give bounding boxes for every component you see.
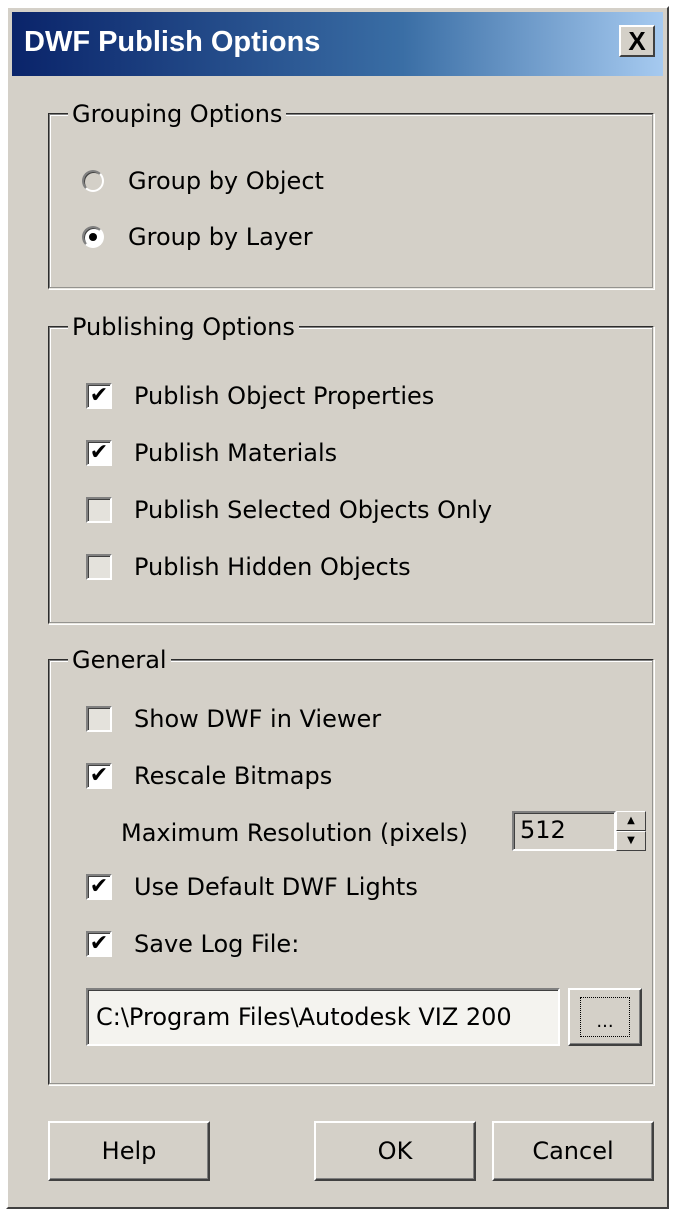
grouping-options-legend: Grouping Options [68,96,287,132]
ok-button[interactable]: OK [314,1121,476,1181]
window-title: DWF Publish Options [24,26,321,58]
log-file-path-input[interactable]: C:\Program Files\Autodesk VIZ 200 [86,988,560,1046]
close-icon: X [628,26,646,56]
checkbox-rescale-bitmaps[interactable]: ✔ Rescale Bitmaps [86,758,332,794]
radio-label-group-by-layer: Group by Layer [128,223,313,251]
check-icon: ✔ [89,763,109,788]
browse-ellipsis-icon: ... [580,997,630,1037]
checkbox-box[interactable]: ✔ [86,383,112,409]
general-legend: General [68,642,171,678]
checkbox-publish-hidden-objects[interactable]: Publish Hidden Objects [86,549,411,585]
spin-down-icon[interactable]: ▼ [616,831,646,851]
close-button[interactable]: X [619,25,655,57]
check-icon: ✔ [89,383,109,408]
radio-button-unselected[interactable] [82,170,104,192]
checkbox-label-rescale-bitmaps: Rescale Bitmaps [134,762,333,790]
cancel-button[interactable]: Cancel [492,1121,654,1181]
title-bar[interactable]: DWF Publish Options X [12,12,663,76]
grouping-options-group: Grouping Options [48,96,654,289]
checkbox-box[interactable]: ✔ [86,931,112,957]
maximum-resolution-input[interactable]: 512 [512,811,616,851]
checkbox-use-default-dwf-lights[interactable]: ✔ Use Default DWF Lights [86,869,418,905]
maximum-resolution-label: Maximum Resolution (pixels) [121,819,468,847]
checkbox-label-save-log-file: Save Log File: [134,930,300,958]
checkbox-box[interactable] [86,554,112,580]
checkbox-label-publish-hidden-objects: Publish Hidden Objects [134,553,411,581]
radio-label-group-by-object: Group by Object [128,167,324,195]
maximum-resolution-spinner[interactable]: 512 ▲ ▼ [512,811,646,851]
checkbox-box[interactable] [86,706,112,732]
spin-up-icon[interactable]: ▲ [616,811,646,831]
checkbox-save-log-file[interactable]: ✔ Save Log File: [86,926,299,962]
checkbox-box[interactable]: ✔ [86,763,112,789]
checkbox-box[interactable]: ✔ [86,440,112,466]
checkbox-label-show-dwf-in-viewer: Show DWF in Viewer [134,705,382,733]
publishing-options-legend: Publishing Options [68,309,299,345]
checkbox-box[interactable] [86,497,112,523]
spinner-buttons: ▲ ▼ [616,811,646,851]
radio-group-by-object[interactable]: Group by Object [82,163,324,199]
checkbox-publish-object-properties[interactable]: ✔ Publish Object Properties [86,378,434,414]
check-icon: ✔ [89,874,109,899]
checkbox-show-dwf-in-viewer[interactable]: Show DWF in Viewer [86,701,381,737]
radio-button-selected[interactable] [82,226,104,248]
check-icon: ✔ [89,931,109,956]
dwf-publish-options-dialog: DWF Publish Options X Grouping Options G… [6,6,669,1209]
check-icon: ✔ [89,440,109,465]
radio-dot-icon [89,233,97,241]
checkbox-label-use-default-dwf-lights: Use Default DWF Lights [134,873,418,901]
checkbox-box[interactable]: ✔ [86,874,112,900]
checkbox-label-publish-object-properties: Publish Object Properties [134,382,435,410]
checkbox-publish-materials[interactable]: ✔ Publish Materials [86,435,337,471]
browse-button[interactable]: ... [568,988,642,1046]
checkbox-label-publish-selected-objects-only: Publish Selected Objects Only [134,496,493,524]
checkbox-publish-selected-objects-only[interactable]: Publish Selected Objects Only [86,492,492,528]
help-button[interactable]: Help [48,1121,210,1181]
radio-group-by-layer[interactable]: Group by Layer [82,219,313,255]
checkbox-label-publish-materials: Publish Materials [134,439,338,467]
